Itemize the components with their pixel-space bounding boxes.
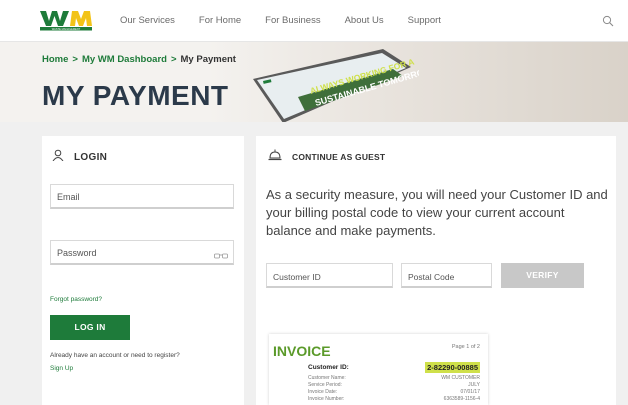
postal-code-placeholder: Postal Code xyxy=(408,272,455,282)
user-icon xyxy=(52,148,64,166)
main-content: LOGIN Email Password Forgot password? LO… xyxy=(0,122,628,405)
invoice-customer-id-value: 2-82290-00885 xyxy=(425,362,480,373)
customer-id-field[interactable]: Customer ID xyxy=(266,263,393,288)
invoice-row: Service Period: JULY xyxy=(308,382,480,388)
forgot-password-link[interactable]: Forgot password? xyxy=(50,296,102,303)
eye-icon[interactable] xyxy=(214,247,228,265)
sign-up-link[interactable]: Sign Up xyxy=(50,365,73,372)
nav-about-us[interactable]: About Us xyxy=(345,15,384,26)
login-card: LOGIN Email Password Forgot password? LO… xyxy=(42,136,244,405)
guest-title: CONTINUE AS GUEST xyxy=(292,152,386,162)
invoice-row: Invoice Number: 6363589-1156-4 xyxy=(308,396,480,402)
breadcrumb-dashboard[interactable]: My WM Dashboard xyxy=(82,54,167,65)
invoice-row-value: JULY xyxy=(468,382,480,388)
invoice-title: INVOICE xyxy=(273,343,331,359)
login-button[interactable]: LOG IN xyxy=(50,315,130,340)
invoice-row: Customer Name: WM CUSTOMER xyxy=(308,375,480,381)
wm-logo[interactable]: WASTE MANAGEMENT xyxy=(40,9,98,31)
login-title: LOGIN xyxy=(74,151,108,163)
invoice-row-label: Invoice Date: xyxy=(308,389,338,395)
breadcrumb: Home > My WM Dashboard > My Payment xyxy=(42,54,236,65)
logo-wordmark: WASTE MANAGEMENT xyxy=(52,27,81,31)
invoice-customer-id-label: Customer ID: xyxy=(308,364,349,371)
invoice-row-value: 6363589-1156-4 xyxy=(443,396,480,402)
postal-code-field[interactable]: Postal Code xyxy=(401,263,492,288)
hero-banner: ALWAYS WORKING FOR A SUSTAINABLE TOMORRO… xyxy=(0,42,628,122)
breadcrumb-home[interactable]: Home xyxy=(42,54,68,65)
password-field[interactable]: Password xyxy=(50,240,234,265)
search-icon[interactable] xyxy=(602,14,614,27)
nav-for-business[interactable]: For Business xyxy=(265,15,320,26)
guest-header: CONTINUE AS GUEST xyxy=(268,148,385,166)
email-placeholder: Email xyxy=(57,192,80,202)
security-message: As a security measure, you will need you… xyxy=(266,187,608,238)
email-field[interactable]: Email xyxy=(50,184,234,209)
invoice-row-value: WM CUSTOMER xyxy=(441,375,480,381)
invoice-row: Invoice Date: 07/01/17 xyxy=(308,389,480,395)
nav-our-services[interactable]: Our Services xyxy=(120,15,175,26)
nav-for-home[interactable]: For Home xyxy=(199,15,241,26)
guest-card: CONTINUE AS GUEST As a security measure,… xyxy=(256,136,616,405)
invoice-row-label: Service Period: xyxy=(308,382,342,388)
login-header: LOGIN xyxy=(52,148,107,166)
invoice-row-label: Customer Name: xyxy=(308,375,346,381)
page-title: MY PAYMENT xyxy=(42,80,229,111)
invoice-sample: INVOICE Page 1 of 2 Customer ID: 2-82290… xyxy=(269,334,488,405)
nav-support[interactable]: Support xyxy=(408,15,441,26)
verify-button[interactable]: VERIFY xyxy=(501,263,584,288)
breadcrumb-current: My Payment xyxy=(180,54,236,65)
site-header: WASTE MANAGEMENT Our Services For Home F… xyxy=(0,0,628,42)
register-prompt: Already have an account or need to regis… xyxy=(50,352,180,359)
invoice-row-value: 07/01/17 xyxy=(460,389,480,395)
main-nav: Our Services For Home For Business About… xyxy=(120,15,465,26)
concierge-bell-icon xyxy=(268,148,282,166)
invoice-page: Page 1 of 2 xyxy=(451,344,480,350)
laptop-image: ALWAYS WORKING FOR A SUSTAINABLE TOMORRO… xyxy=(243,49,434,122)
invoice-row-label: Invoice Number: xyxy=(308,396,345,402)
breadcrumb-separator: > xyxy=(170,54,177,65)
customer-id-placeholder: Customer ID xyxy=(273,272,321,282)
password-placeholder: Password xyxy=(57,248,97,258)
breadcrumb-separator: > xyxy=(72,54,78,65)
